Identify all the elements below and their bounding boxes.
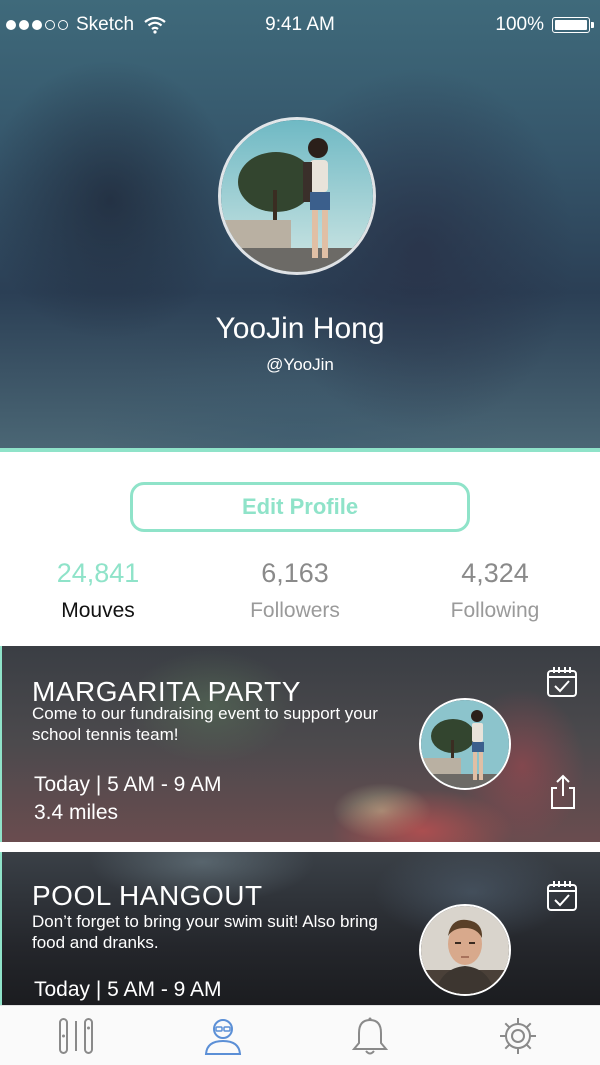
stat-label: Followers [250, 599, 340, 622]
tab-feed[interactable] [56, 1016, 96, 1056]
share-icon[interactable] [548, 774, 578, 810]
stat-mouves[interactable]: 24,841 Mouves [8, 558, 188, 623]
event-description: Don’t forget to bring your swim suit! Al… [32, 912, 378, 952]
battery-icon [552, 17, 594, 33]
event-host-avatar[interactable] [419, 904, 511, 996]
profile-name: YooJin Hong [215, 312, 385, 345]
event-distance: 3.4 miles [34, 801, 119, 824]
avatar-photo [221, 120, 373, 272]
tab-bar [0, 1005, 600, 1065]
profile-avatar[interactable] [218, 117, 376, 275]
bell-icon [351, 1017, 389, 1055]
stat-value: 24,841 [56, 558, 140, 588]
host-photo [421, 700, 509, 788]
stat-value: 4,324 [461, 558, 529, 588]
stat-label: Following [450, 599, 540, 622]
tab-settings[interactable] [498, 1016, 538, 1056]
event-time: Today | 5 AM - 9 AM [34, 978, 222, 1001]
event-title: POOL HANGOUT [32, 880, 263, 911]
event-host-avatar[interactable] [419, 698, 511, 790]
battery-percent: 100% [495, 14, 544, 35]
tab-profile[interactable] [203, 1016, 243, 1056]
edit-profile-button[interactable]: Edit Profile [130, 482, 470, 532]
profile-icon [204, 1019, 242, 1055]
gear-icon [500, 1018, 536, 1054]
stat-following[interactable]: 4,324 Following [405, 558, 585, 623]
calendar-check-icon[interactable] [546, 880, 578, 912]
stat-label: Mouves [61, 599, 135, 622]
profile-handle: @YooJin [266, 355, 334, 374]
calendar-check-icon[interactable] [546, 666, 578, 698]
event-time: Today | 5 AM - 9 AM [34, 773, 222, 796]
host-photo [421, 906, 509, 994]
status-bar: Sketch 9:41 AM 100% [0, 0, 600, 50]
event-card-pool-hangout[interactable]: POOL HANGOUT Don’t forget to bring your … [0, 852, 600, 1012]
stat-value: 6,163 [261, 558, 329, 588]
tab-notifications[interactable] [350, 1016, 390, 1056]
status-right: 100% [495, 0, 594, 50]
feed-icon [59, 1018, 93, 1054]
event-card-margarita-party[interactable]: MARGARITA PARTY Come to our fundraising … [0, 646, 600, 842]
event-description: Come to our fundraising event to support… [32, 704, 378, 744]
profile-header: Sketch 9:41 AM 100% YooJin Hong @YooJin [0, 0, 600, 450]
stat-followers[interactable]: 6,163 Followers [205, 558, 385, 623]
header-divider [0, 448, 600, 452]
